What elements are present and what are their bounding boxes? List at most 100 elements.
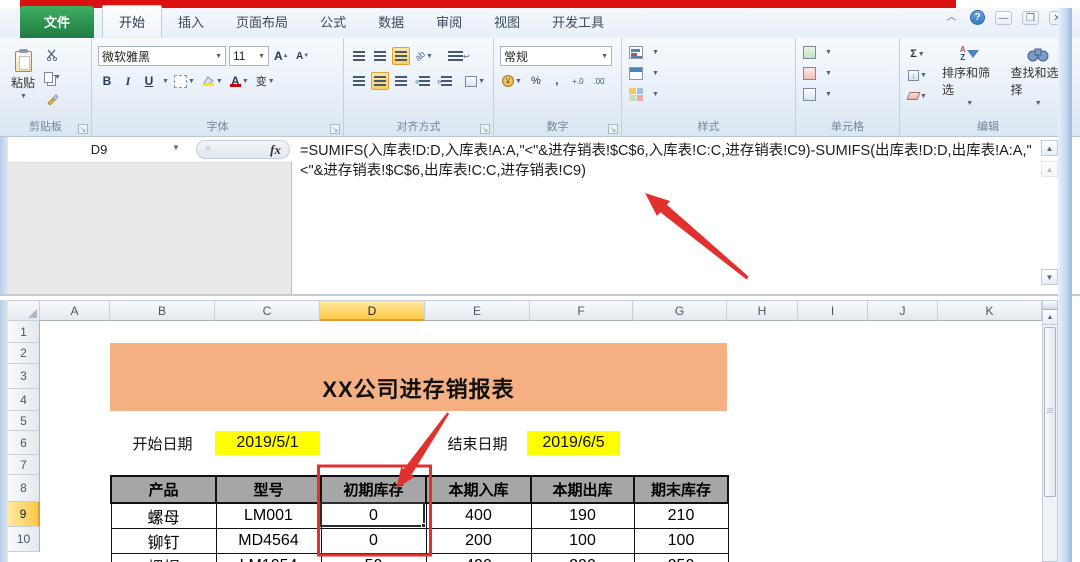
underline-caret-icon[interactable]: ▼ (162, 78, 169, 85)
scrollbar-thumb[interactable] (1044, 327, 1056, 497)
cell-r2c2[interactable]: MD4564 (215, 528, 322, 554)
column-header-H[interactable]: H (727, 300, 798, 321)
row-header-1[interactable]: 1 (8, 321, 40, 343)
insert-cells-button[interactable]: ▼ (800, 42, 895, 63)
merge-center-button[interactable]: ▼ (463, 72, 487, 90)
font-dialog-launcher[interactable]: ↘ (330, 124, 340, 134)
column-header-I[interactable]: I (798, 300, 868, 321)
top-align-button[interactable] (350, 47, 368, 65)
cell-r1c1[interactable]: 螺母 (110, 502, 217, 529)
formula-scroll-up2-icon[interactable]: ▲ (1041, 161, 1058, 177)
paste-button[interactable]: 粘贴 ▼ (4, 42, 42, 108)
bold-button[interactable]: B (98, 72, 116, 90)
cell-r3c2[interactable]: LM1054 (215, 553, 322, 562)
cell-r3c4[interactable]: 400 (425, 553, 532, 562)
align-left-button[interactable] (350, 72, 368, 90)
comma-style-button[interactable]: , (548, 72, 566, 90)
clipboard-dialog-launcher[interactable]: ↘ (78, 124, 88, 134)
cell-r2c5[interactable]: 100 (530, 528, 635, 554)
ribbon-collapse-icon[interactable]: ︿ (943, 11, 960, 25)
align-right-button[interactable] (392, 72, 410, 90)
alignment-dialog-launcher[interactable]: ↘ (480, 124, 490, 134)
table-header-1[interactable]: 产品 (110, 475, 217, 504)
number-dialog-launcher[interactable]: ↘ (608, 124, 618, 134)
row-header-8[interactable]: 8 (8, 475, 40, 502)
tab-home[interactable]: 开始 (102, 5, 163, 38)
column-header-D[interactable]: D (320, 300, 425, 321)
tab-data[interactable]: 数据 (362, 6, 420, 38)
sort-filter-button[interactable]: AZ 排序和筛选 ▼ (935, 42, 1004, 111)
decrease-indent-button[interactable]: « (413, 72, 432, 90)
cell-r2c3[interactable]: 0 (320, 528, 427, 554)
tab-view[interactable]: 视图 (478, 6, 536, 38)
select-all-button[interactable] (8, 300, 40, 321)
column-header-G[interactable]: G (633, 300, 727, 321)
column-header-F[interactable]: F (530, 300, 633, 321)
percent-style-button[interactable]: % (527, 72, 545, 90)
table-header-4[interactable]: 本期入库 (425, 475, 532, 504)
format-cells-button[interactable]: ▼ (800, 84, 895, 105)
insert-function-button[interactable]: = fx (196, 140, 290, 159)
row-header-3[interactable]: 3 (8, 364, 40, 389)
title-banner[interactable]: XX公司进存销报表 (110, 364, 727, 411)
italic-button[interactable]: I (119, 72, 137, 90)
cell-r1c5[interactable]: 190 (530, 502, 635, 529)
tab-formulas[interactable]: 公式 (304, 6, 362, 38)
font-color-button[interactable]: A ▼ (228, 72, 251, 90)
help-icon[interactable]: ? (970, 10, 985, 25)
decrease-decimal-button[interactable]: .00 (590, 72, 608, 90)
format-painter-button[interactable] (43, 90, 61, 108)
fill-handle[interactable] (421, 523, 426, 528)
accounting-format-button[interactable]: ¥ ▼ (500, 72, 524, 90)
formula-input[interactable]: =SUMIFS(入库表!D:D,入库表!A:A,"<"&进存销表!$C$6,入库… (300, 141, 1032, 181)
borders-button[interactable]: ▼ (172, 72, 197, 90)
formula-scroll-up-icon[interactable]: ▲ (1041, 140, 1058, 156)
cell-r3c3[interactable]: 50 (320, 553, 427, 562)
orientation-button[interactable]: ab ▼ (413, 47, 435, 65)
column-header-K[interactable]: K (938, 300, 1042, 321)
start-date-cell[interactable]: 2019/5/1 (215, 431, 320, 455)
column-header-E[interactable]: E (425, 300, 530, 321)
tab-developer[interactable]: 开发工具 (536, 6, 620, 38)
fill-color-button[interactable]: ▼ (200, 72, 225, 90)
cell-r3c6[interactable]: 250 (633, 553, 729, 562)
cell-r2c4[interactable]: 200 (425, 528, 532, 554)
table-header-5[interactable]: 本期出库 (530, 475, 635, 504)
start-date-label[interactable]: 开始日期 (110, 432, 215, 455)
end-date-cell[interactable]: 2019/6/5 (527, 431, 620, 455)
font-size-select[interactable]: 11 ▼ (229, 46, 269, 66)
formula-scroll-down-icon[interactable]: ▼ (1041, 269, 1058, 285)
cell-r3c1[interactable]: 螺帽 (110, 553, 217, 562)
clear-button[interactable]: ▼ (906, 87, 929, 105)
column-header-B[interactable]: B (110, 300, 215, 321)
increase-decimal-button[interactable]: +.0 (569, 72, 587, 90)
cut-button[interactable] (43, 46, 61, 64)
row-header-7[interactable]: 7 (8, 455, 40, 475)
underline-button[interactable]: U (140, 72, 158, 90)
column-header-C[interactable]: C (215, 300, 320, 321)
fill-button[interactable]: ↓ ▼ (906, 66, 929, 84)
delete-cells-button[interactable]: ▼ (800, 63, 895, 84)
format-as-table-button[interactable]: ▼ (626, 63, 791, 84)
table-header-3[interactable]: 初期库存 (320, 475, 427, 504)
table-header-6[interactable]: 期末库存 (633, 475, 729, 504)
conditional-formatting-button[interactable]: ▼ (626, 42, 791, 63)
align-center-button[interactable] (371, 72, 389, 90)
name-box[interactable]: D9 (8, 139, 190, 160)
row-header-9[interactable]: 9 (8, 502, 40, 527)
shrink-font-button[interactable]: A ▼ (294, 47, 312, 65)
grow-font-button[interactable]: A ▲ (272, 47, 291, 65)
row-header-2[interactable]: 2 (8, 343, 40, 364)
vertical-scrollbar[interactable]: ▲ (1042, 300, 1058, 562)
tab-review[interactable]: 审阅 (420, 6, 478, 38)
name-box-dropdown-icon[interactable]: ▼ (172, 143, 180, 152)
scroll-up-icon[interactable]: ▲ (1043, 310, 1057, 325)
column-header-A[interactable]: A (40, 300, 110, 321)
number-format-select[interactable]: 常规 ▼ (500, 46, 612, 66)
cell-r1c2[interactable]: LM001 (215, 502, 322, 529)
cell-r3c5[interactable]: 200 (530, 553, 635, 562)
cell-r1c6[interactable]: 210 (633, 502, 729, 529)
tab-page-layout[interactable]: 页面布局 (220, 6, 304, 38)
cell-styles-button[interactable]: ▼ (626, 84, 791, 105)
font-name-select[interactable]: 微软雅黑 ▼ (98, 46, 226, 66)
